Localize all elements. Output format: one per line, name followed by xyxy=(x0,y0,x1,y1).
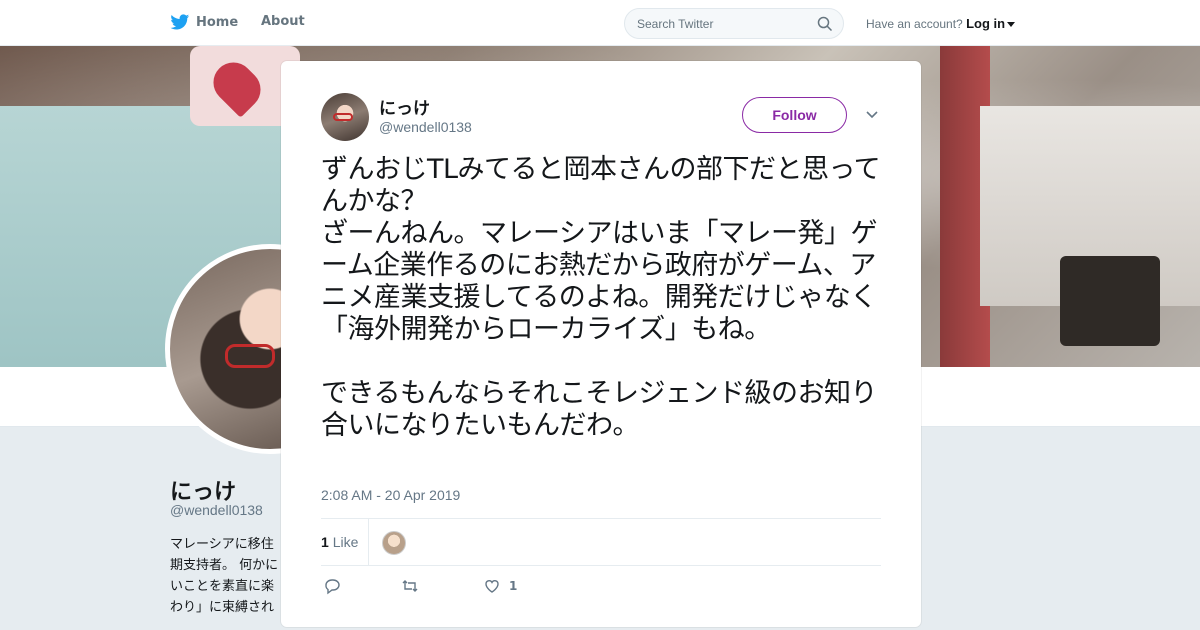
login-link[interactable]: Log in xyxy=(966,16,1005,31)
nav-about-label: About xyxy=(261,14,305,29)
tweet-actions: 1 xyxy=(321,577,621,597)
search-icon[interactable] xyxy=(817,16,833,32)
caret-down-icon xyxy=(1007,22,1016,28)
search-input[interactable] xyxy=(637,15,807,33)
likes-stat[interactable]: 1 Like xyxy=(321,534,358,550)
author-name[interactable]: にっけ xyxy=(379,94,430,119)
author-handle[interactable]: @wendell0138 xyxy=(379,119,472,135)
tweet-modal: にっけ @wendell0138 Follow ずんおじTLみてると岡本さんの部… xyxy=(281,61,921,627)
reply-icon xyxy=(325,579,340,595)
tweet-timestamp[interactable]: 2:08 AM - 20 Apr 2019 xyxy=(321,487,460,503)
avatar-glasses xyxy=(333,113,353,121)
top-nav: Home About Have an account? Log in xyxy=(0,0,1200,46)
tweet-text: ずんおじTLみてると岡本さんの部下だと思ってんかな？ ざーんねん。マレーシアはい… xyxy=(321,154,881,441)
retweet-action[interactable] xyxy=(401,577,419,595)
reply-action[interactable] xyxy=(323,577,341,595)
likes-label: Like xyxy=(332,534,359,550)
profile-handle: @wendell0138 xyxy=(170,502,263,518)
account-prompt: Have an account? xyxy=(866,17,963,31)
stat-divider xyxy=(368,519,369,566)
liker-avatar[interactable] xyxy=(382,531,406,555)
account-menu[interactable]: Have an account? Log in xyxy=(866,16,1016,31)
close-icon[interactable] xyxy=(1152,10,1180,38)
author-avatar[interactable] xyxy=(321,93,369,141)
like-action-count: 1 xyxy=(509,579,518,593)
tweet-stats: 1 Like xyxy=(321,518,881,566)
avatar-glasses xyxy=(225,344,275,368)
twitter-bird-icon xyxy=(170,14,190,30)
nav-about[interactable]: About xyxy=(261,14,305,29)
banner-bag xyxy=(1060,256,1160,346)
profile-bio: マレーシアに移住 期支持者。 何かに いことを素直に楽 わり」に束縛され xyxy=(170,537,279,614)
heart-icon xyxy=(485,580,499,593)
likes-count: 1 xyxy=(321,534,329,550)
nav-home[interactable]: Home xyxy=(170,14,238,31)
like-action[interactable]: 1 xyxy=(483,577,517,595)
retweet-icon xyxy=(402,580,418,592)
search-box[interactable] xyxy=(624,8,844,39)
nav-home-label: Home xyxy=(196,15,239,30)
chevron-down-icon[interactable] xyxy=(865,109,879,121)
follow-button[interactable]: Follow xyxy=(742,97,847,133)
